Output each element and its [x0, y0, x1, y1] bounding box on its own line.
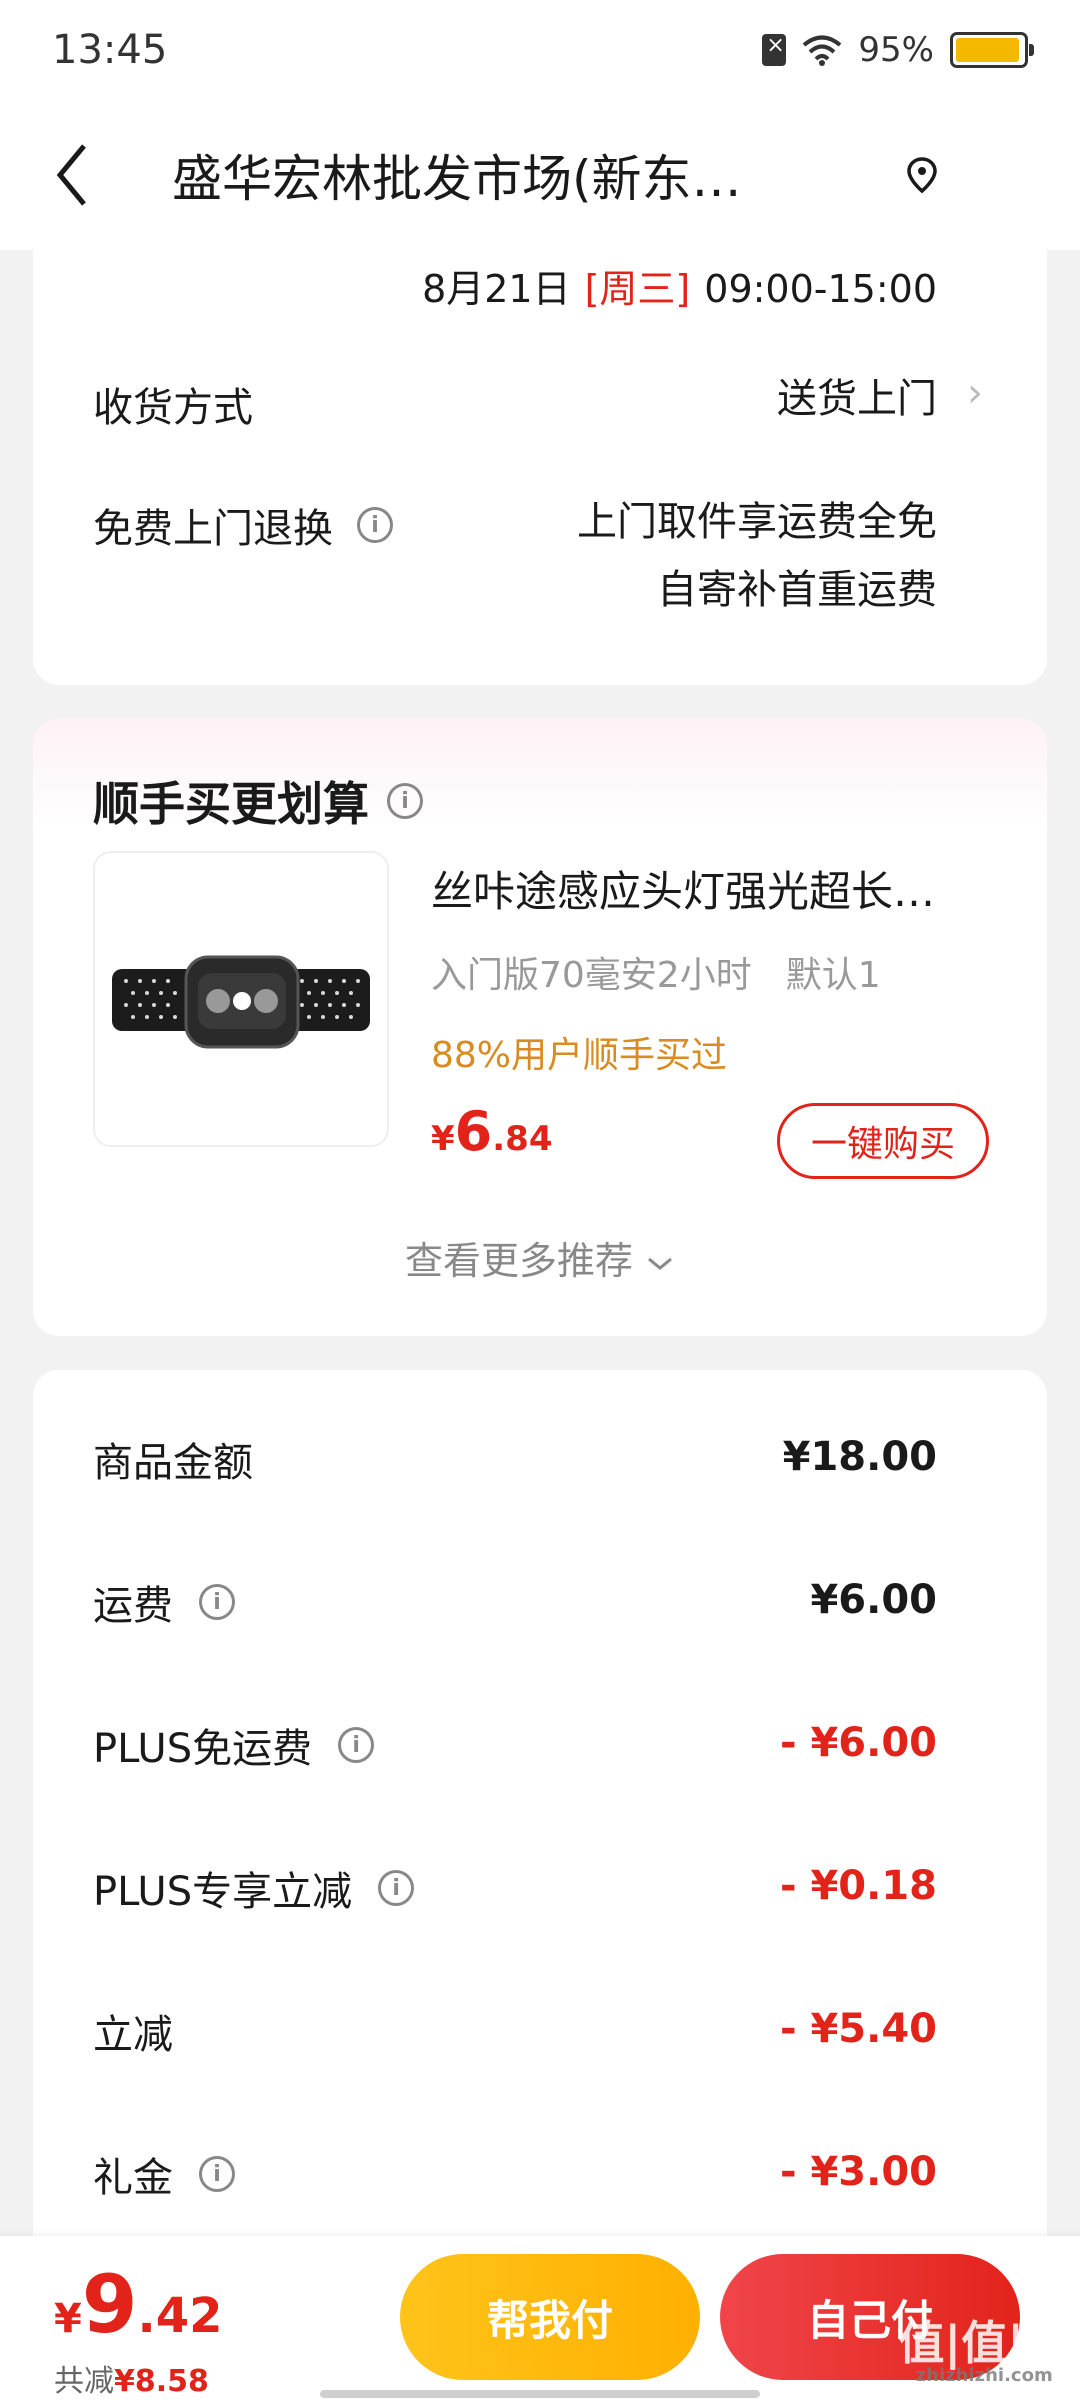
price-currency: ¥ — [431, 1119, 455, 1159]
fee-row-label: PLUS免运费 i — [93, 1716, 375, 1774]
watermark-site: zhizhizhi.com — [915, 2365, 1053, 2386]
info-icon[interactable]: i — [378, 1870, 415, 1906]
back-icon[interactable] — [52, 135, 112, 215]
product-price: ¥6.84 — [431, 1100, 552, 1163]
free-return-line2: 自寄补首重运费 — [657, 567, 937, 613]
fee-row-value: - ¥0.18 — [779, 1863, 937, 1909]
status-time: 13:45 — [52, 27, 168, 73]
fee-label-text: 商品金额 — [93, 1440, 253, 1486]
fee-row-label: 礼金 i — [93, 2145, 235, 2203]
total-discount-amount: ¥8.58 — [114, 2364, 209, 2399]
one-click-buy-button[interactable]: 一键购买 — [777, 1103, 989, 1179]
total-price: ¥9.42 — [54, 2258, 223, 2351]
battery-percent: 95% — [858, 30, 934, 70]
fee-label-text: 礼金 — [93, 2155, 173, 2201]
chevron-down-icon — [648, 1257, 672, 1270]
fee-row-label: 立减 — [93, 2002, 173, 2060]
total-discount: 共减¥8.58 — [54, 2356, 209, 2400]
location-pin-icon[interactable] — [902, 155, 942, 195]
fee-label-text: PLUS专享立减 — [93, 1869, 353, 1915]
page-title: 盛华宏林批发市场(新东… — [172, 150, 742, 208]
fee-label-text: 运费 — [93, 1583, 173, 1629]
battery-icon — [950, 32, 1034, 68]
watermark-text: 值|值|值 — [898, 2316, 1070, 2370]
headlamp-image — [112, 955, 370, 1049]
social-proof: 88%用户顺手买过 — [431, 1035, 728, 1076]
chevron-right-icon[interactable]: › — [967, 370, 983, 416]
info-icon[interactable]: i — [199, 1584, 235, 1620]
nav-bar: 盛华宏林批发市场(新东… — [0, 100, 1080, 250]
receive-method-label-text: 收货方式 — [93, 385, 253, 431]
fee-row-label: 商品金额 — [93, 1430, 253, 1488]
delivery-date: 8月21日 — [422, 267, 571, 311]
fee-label-text: 立减 — [93, 2012, 173, 2058]
fee-label-text: PLUS免运费 — [93, 1726, 313, 1772]
info-icon[interactable]: i — [199, 2156, 235, 2192]
product-variant: 默认1 — [785, 955, 881, 996]
more-recommendations-label: 查看更多推荐 — [404, 1239, 633, 1283]
recommend-title-text: 顺手买更划算 — [93, 777, 369, 831]
status-bar: 13:45 95% — [0, 0, 1080, 100]
battery-level — [956, 38, 1019, 62]
delivery-time-range: 09:00-15:00 — [704, 267, 937, 311]
total-integer: 9 — [81, 2258, 138, 2351]
fee-row-value: - ¥3.00 — [779, 2149, 937, 2195]
pay-for-me-button[interactable]: 帮我付 — [400, 2254, 700, 2380]
free-return-line1: 上门取件享运费全免 — [577, 499, 937, 545]
no-sim-icon — [762, 33, 787, 66]
receive-method-label: 收货方式 — [93, 375, 253, 433]
delivery-card: 8月21日 [周三] 09:00-15:00 收货方式 送货上门 › 免费上门退换 … — [33, 250, 1047, 685]
fee-row-value: ¥6.00 — [810, 1577, 937, 1623]
product-name[interactable]: 丝咔途感应头灯强光超长… — [431, 858, 991, 919]
total-decimal: .42 — [137, 2288, 223, 2344]
delivery-time: 8月21日 [周三] 09:00-15:00 — [422, 258, 937, 313]
total-discount-label: 共减 — [54, 2364, 114, 2399]
recommend-title: 顺手买更划算 i — [93, 768, 423, 834]
wifi-icon — [803, 35, 842, 66]
total-currency: ¥ — [54, 2296, 82, 2342]
price-decimal: .84 — [492, 1119, 553, 1159]
home-indicator[interactable] — [320, 2390, 760, 2398]
fee-row-label: 运费 i — [93, 1573, 235, 1631]
product-spec-text: 入门版70毫安2小时 — [431, 955, 752, 996]
more-recommendations-link[interactable]: 查看更多推荐 — [33, 1230, 1047, 1285]
fee-row-value: - ¥5.40 — [779, 2006, 937, 2052]
free-return-label: 免费上门退换 i — [93, 496, 393, 554]
delivery-weekday: [周三] — [584, 267, 691, 311]
info-icon[interactable]: i — [338, 1727, 375, 1763]
fee-row-value: - ¥6.00 — [779, 1720, 937, 1766]
product-image[interactable] — [93, 851, 389, 1147]
product-spec: 入门版70毫安2小时 默认1 — [431, 946, 881, 998]
fee-row-value: ¥18.00 — [782, 1434, 937, 1480]
status-icons: 95% — [762, 30, 1034, 70]
fee-row-label: PLUS专享立减 i — [93, 1859, 415, 1917]
info-icon[interactable]: i — [357, 507, 393, 543]
receive-method-value[interactable]: 送货上门 — [777, 365, 937, 433]
free-return-value: 上门取件享运费全免 自寄补首重运费 — [577, 488, 937, 624]
info-icon[interactable]: i — [387, 783, 423, 819]
free-return-label-text: 免费上门退换 — [93, 506, 333, 552]
recommend-card: 顺手买更划算 i 丝咔途感应头灯强光超长… 入门版70毫安2小时 默认1 88%… — [33, 718, 1047, 1336]
watermark-logo: 值|值|值 zhizhizhi.com — [898, 2320, 1070, 2386]
price-integer: 6 — [454, 1100, 493, 1163]
